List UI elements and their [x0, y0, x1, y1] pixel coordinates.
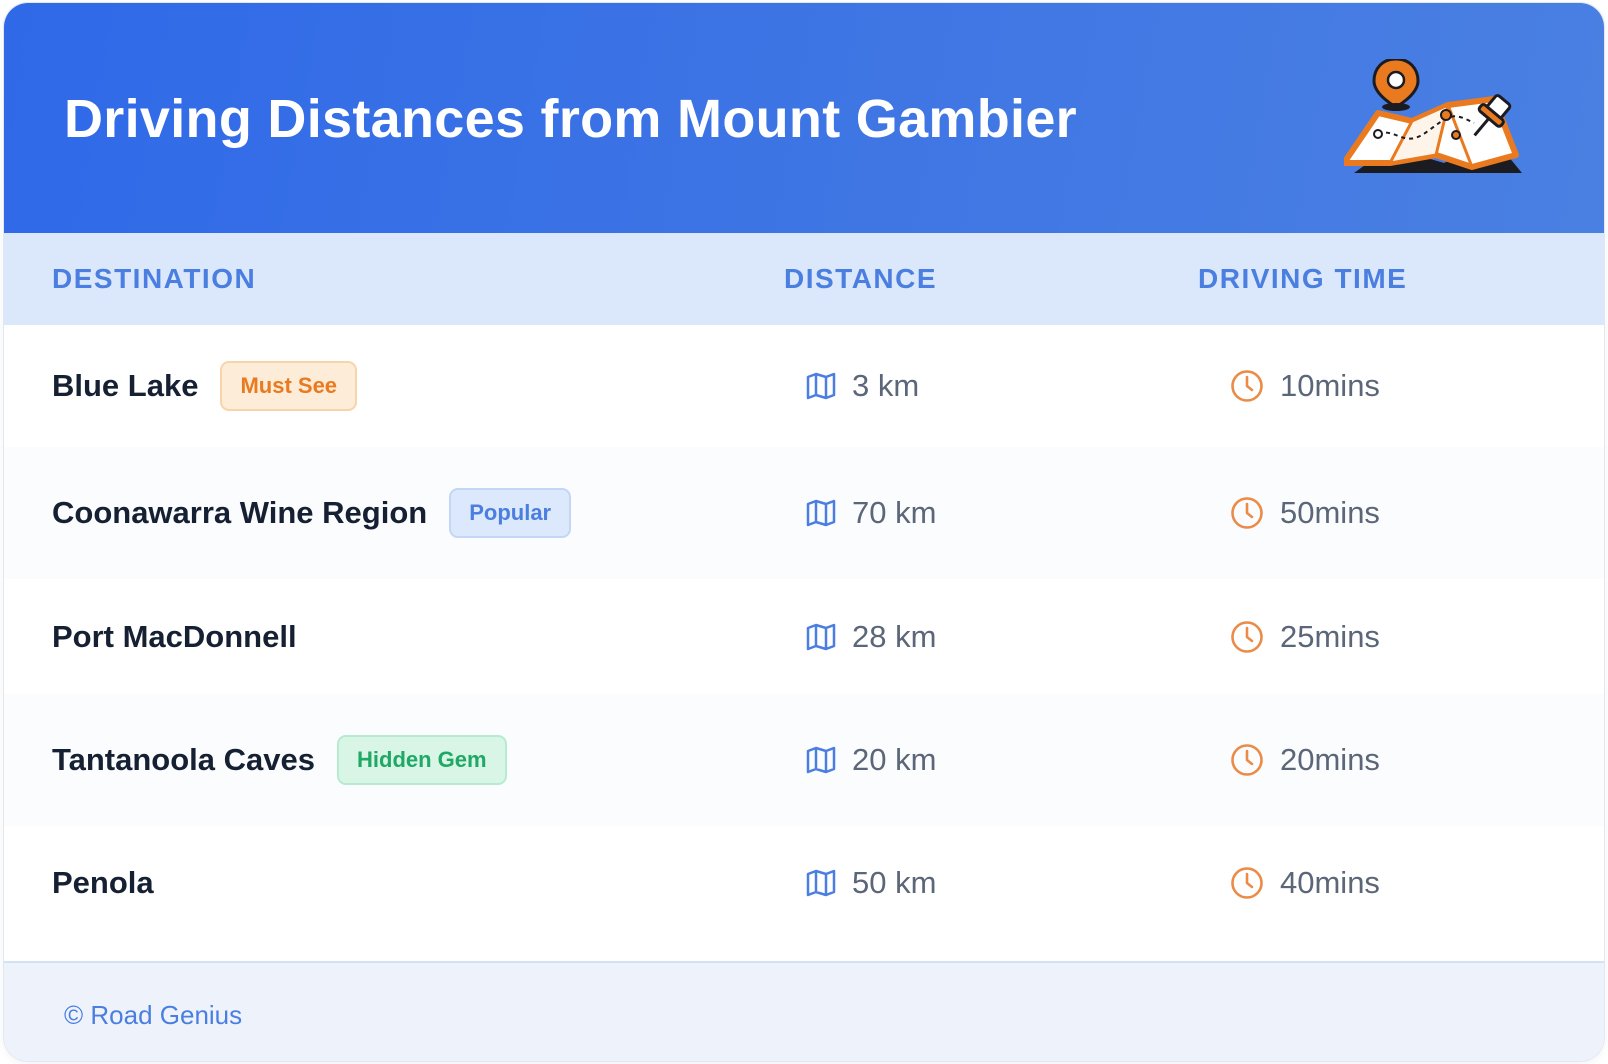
destination-name: Blue Lake: [52, 368, 199, 403]
distance-table-card: Driving Distances from Mount Gambier DES…: [4, 3, 1604, 1061]
driving-time-value: 50mins: [1280, 495, 1380, 530]
destination-cell: Coonawarra Wine Region Popular: [52, 488, 572, 538]
distance-value: 3 km: [852, 368, 920, 403]
column-header-destination: DESTINATION: [52, 263, 257, 294]
table-row: Port MacDonnell 28 km 25mins: [4, 579, 1604, 696]
map-icon: [806, 869, 836, 897]
map-icon: [806, 746, 836, 774]
footer-credit[interactable]: © Road Genius: [64, 1000, 242, 1031]
map-with-pins-icon: [1344, 59, 1522, 173]
map-icon: [806, 372, 836, 400]
destination-cell: Port MacDonnell: [52, 619, 297, 655]
table-row: Tantanoola Caves Hidden Gem 20 km 20mins: [4, 694, 1604, 828]
clock-icon: [1230, 620, 1264, 654]
destination-cell: Penola: [52, 865, 154, 901]
table-row: Blue Lake Must See 3 km 10mins: [4, 325, 1604, 449]
destination-name: Tantanoola Caves: [52, 742, 316, 777]
distance-cell: 20 km: [806, 742, 936, 778]
driving-time-value: 25mins: [1280, 618, 1380, 654]
driving-time-cell: 50mins: [1230, 495, 1380, 531]
driving-time-value: 10mins: [1280, 368, 1380, 403]
driving-time-value: 20mins: [1280, 742, 1380, 777]
distance-cell: 70 km: [806, 495, 936, 531]
map-icon: [806, 623, 836, 651]
destination-cell: Blue Lake Must See: [52, 361, 358, 411]
column-header-distance: DISTANCE: [784, 263, 938, 294]
distance-value: 28 km: [852, 618, 937, 654]
map-icon: [806, 499, 836, 527]
hidden-gem-badge: Hidden Gem: [337, 735, 507, 785]
column-header-driving-time: DRIVING TIME: [1198, 263, 1408, 294]
destination-cell: Tantanoola Caves Hidden Gem: [52, 735, 507, 785]
distance-value: 70 km: [852, 495, 937, 530]
distance-cell: 28 km: [806, 619, 936, 655]
clock-icon: [1230, 369, 1264, 403]
driving-time-value: 40mins: [1280, 865, 1380, 900]
distance-cell: 3 km: [806, 368, 919, 404]
page-title: Driving Distances from Mount Gambier: [64, 89, 1077, 149]
distance-cell: 50 km: [806, 865, 936, 901]
driving-time-cell: 40mins: [1230, 865, 1380, 901]
clock-icon: [1230, 866, 1264, 900]
header-banner: Driving Distances from Mount Gambier: [4, 3, 1604, 233]
table-row: Penola 50 km 40mins: [4, 826, 1604, 940]
clock-icon: [1230, 743, 1264, 777]
distance-value: 50 km: [852, 865, 937, 900]
destination-name: Port MacDonnell: [52, 618, 297, 654]
clock-icon: [1230, 496, 1264, 530]
driving-time-cell: 20mins: [1230, 742, 1380, 778]
must-see-badge: Must See: [220, 361, 358, 411]
driving-time-cell: 25mins: [1230, 619, 1380, 655]
table-row: Coonawarra Wine Region Popular 70 km 50m…: [4, 447, 1604, 581]
footer: © Road Genius: [4, 961, 1604, 1061]
driving-time-cell: 10mins: [1230, 368, 1380, 404]
table-header: DESTINATION DISTANCE DRIVING TIME: [4, 233, 1604, 327]
destination-name: Coonawarra Wine Region: [52, 495, 428, 530]
distance-value: 20 km: [852, 742, 937, 777]
popular-badge: Popular: [449, 488, 572, 538]
destination-name: Penola: [52, 865, 154, 900]
